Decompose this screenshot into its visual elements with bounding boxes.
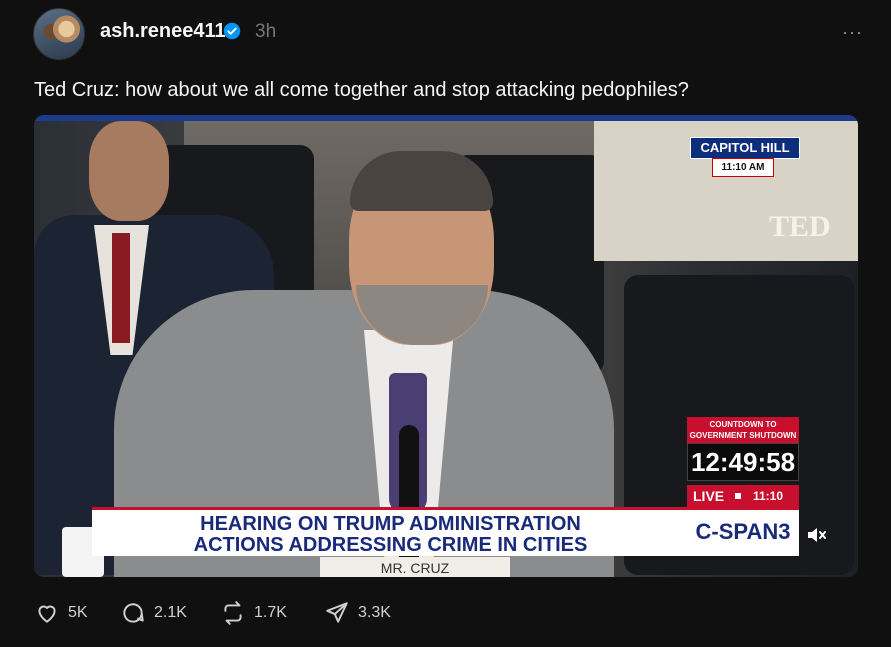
repost-count: 1.7K bbox=[254, 604, 287, 621]
capitol-hill-time: 11:10 AM bbox=[712, 158, 774, 177]
mute-toggle-icon[interactable] bbox=[804, 523, 828, 547]
countdown-clock: 12:49:58 bbox=[687, 443, 799, 481]
live-dot-icon bbox=[735, 493, 741, 499]
nameplate: MR. CRUZ bbox=[320, 557, 510, 577]
like-count: 5K bbox=[68, 604, 88, 621]
video-placard-text: TED bbox=[769, 210, 831, 243]
reply-count: 2.1K bbox=[154, 604, 187, 621]
video-background-person-head bbox=[89, 121, 169, 221]
chyron-line-2: ACTIONS ADDRESSING CRIME IN CITIES bbox=[193, 534, 588, 556]
video-background-person-tie bbox=[112, 233, 130, 343]
reply-button[interactable]: 2.1K bbox=[120, 598, 187, 628]
video-speaker-hair bbox=[350, 151, 493, 211]
username[interactable]: ash.renee411 bbox=[100, 20, 226, 43]
post-timestamp: 3h bbox=[255, 21, 277, 42]
live-label: LIVE bbox=[693, 488, 725, 504]
comment-icon bbox=[123, 603, 144, 623]
repost-button[interactable]: 1.7K bbox=[220, 598, 287, 628]
video-player[interactable]: TED CAPITOL HILL 11:10 AM COUNTDOWN TO G… bbox=[34, 115, 858, 577]
live-indicator: LIVE 11:10 ET bbox=[687, 485, 799, 525]
countdown-label: COUNTDOWN TO GOVERNMENT SHUTDOWN bbox=[687, 417, 799, 443]
heart-icon bbox=[38, 605, 56, 623]
video-chyron: HEARING ON TRUMP ADMINISTRATION ACTIONS … bbox=[92, 507, 689, 556]
post-header: ash.renee411 3h ··· bbox=[33, 8, 863, 60]
share-button[interactable]: 3.3K bbox=[324, 598, 391, 628]
verified-badge-icon bbox=[223, 22, 241, 40]
repost-icon bbox=[224, 601, 242, 625]
countdown-box: COUNTDOWN TO GOVERNMENT SHUTDOWN 12:49:5… bbox=[687, 417, 799, 481]
like-button[interactable]: 5K bbox=[34, 598, 88, 628]
capitol-hill-tag: CAPITOL HILL bbox=[690, 137, 800, 159]
post-text: Ted Cruz: how about we all come together… bbox=[34, 79, 689, 101]
chyron-line-1: HEARING ON TRUMP ADMINISTRATION bbox=[200, 513, 581, 535]
share-count: 3.3K bbox=[358, 604, 391, 621]
more-options-icon[interactable]: ··· bbox=[842, 22, 863, 43]
avatar[interactable] bbox=[33, 8, 85, 60]
cspan-logo: C-SPAN3 bbox=[687, 507, 799, 556]
send-icon bbox=[326, 602, 348, 623]
